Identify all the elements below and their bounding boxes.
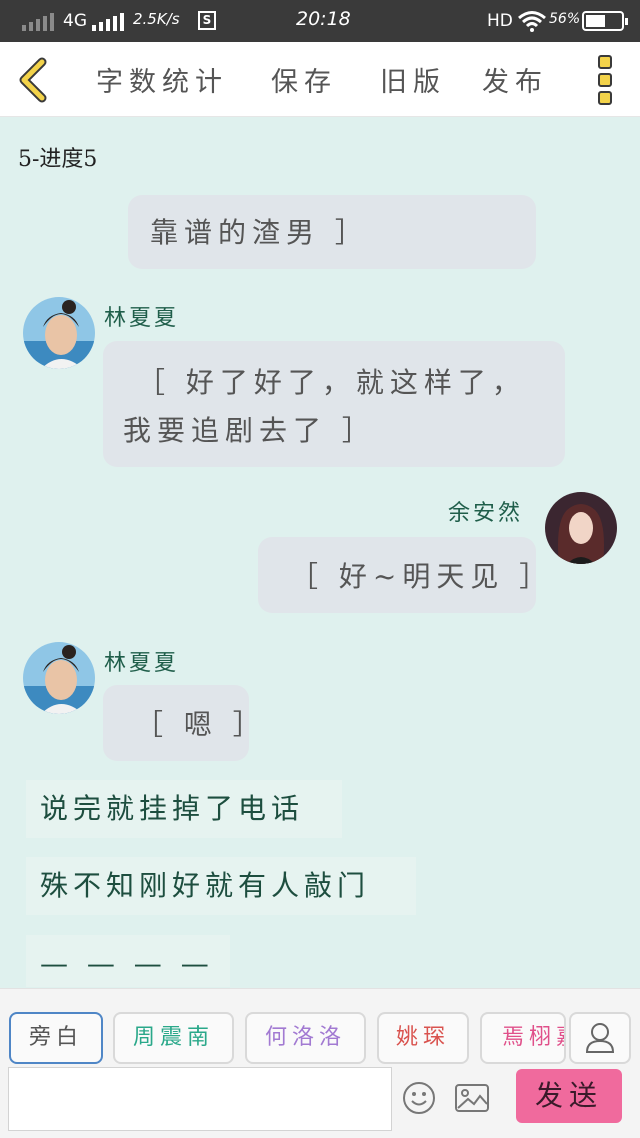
emoji-icon[interactable] xyxy=(402,1081,436,1115)
role-yao-button[interactable]: 姚琛 xyxy=(377,1012,469,1064)
avatar[interactable] xyxy=(23,297,95,369)
word-count-button[interactable]: 字数统计 xyxy=(96,60,228,99)
message-text: ［ 好~明天见 ］ xyxy=(290,560,554,593)
add-role-button[interactable] xyxy=(569,1012,631,1064)
role-selector-bar: 旁白 周震南 何洛洛 姚琛 焉栩嘉 xyxy=(0,988,640,1064)
message-text: ［ 嗯 ］ xyxy=(135,708,267,741)
wifi-icon xyxy=(518,11,546,32)
narration-text[interactable]: 殊不知刚好就有人敲门 xyxy=(26,857,416,915)
chat-area[interactable]: 5-进度5 靠谱的渣男 ］ 林夏夏 ［ 好了好了，就这样了， 我要追剧去了 ］ … xyxy=(0,117,640,987)
sender-name: 余安然 xyxy=(448,501,524,526)
message-bubble[interactable]: ［ 好了好了，就这样了， 我要追剧去了 ］ xyxy=(103,341,565,467)
chapter-title: 5-进度5 xyxy=(18,147,98,172)
role-zhou-button[interactable]: 周震南 xyxy=(113,1012,234,1064)
message-bubble[interactable]: 靠谱的渣男 ］ xyxy=(128,195,536,269)
s-badge-icon: S xyxy=(198,11,216,30)
top-toolbar: 字数统计 保存 旧版 发布 xyxy=(0,42,640,117)
role-yan-button[interactable]: 焉栩嘉 xyxy=(480,1012,566,1064)
image-icon[interactable] xyxy=(454,1082,490,1114)
network-type: 4G xyxy=(63,11,87,31)
role-he-button[interactable]: 何洛洛 xyxy=(245,1012,366,1064)
message-bubble[interactable]: ［ 好~明天见 ］ xyxy=(258,537,547,613)
user-icon xyxy=(585,1023,615,1053)
sender-name: 林夏夏 xyxy=(104,306,180,331)
input-bar: 发送 xyxy=(0,1064,640,1138)
hd-indicator: HD xyxy=(487,11,513,31)
battery-percent: 56% xyxy=(549,11,581,27)
signal-strong-icon xyxy=(92,11,124,31)
message-text: 靠谱的渣男 ］ xyxy=(150,216,369,249)
save-button[interactable]: 保存 xyxy=(271,60,337,99)
signal-weak-icon xyxy=(22,11,54,31)
narration-text[interactable]: — — — — — xyxy=(26,935,230,987)
old-version-button[interactable]: 旧版 xyxy=(380,60,446,99)
message-bubble[interactable]: ［ 嗯 ］ xyxy=(103,685,261,761)
avatar[interactable] xyxy=(545,492,617,564)
avatar[interactable] xyxy=(23,642,95,714)
clock: 20:18 xyxy=(296,8,351,30)
send-button[interactable]: 发送 xyxy=(516,1069,622,1123)
more-menu-icon[interactable] xyxy=(594,55,616,105)
publish-button[interactable]: 发布 xyxy=(482,60,548,99)
role-narrator-button[interactable]: 旁白 xyxy=(9,1012,103,1064)
message-input[interactable] xyxy=(8,1067,392,1131)
status-bar: 4G 2.5K/s S 20:18 HD 56% xyxy=(0,0,640,42)
battery-icon xyxy=(582,11,628,31)
message-text-line1: ［ 好了好了，就这样了， xyxy=(137,366,526,399)
back-chevron-icon[interactable] xyxy=(14,56,54,104)
narration-text[interactable]: 说完就挂掉了电话 xyxy=(26,780,342,838)
message-text-line2: 我要追剧去了 ］ xyxy=(123,414,376,447)
sender-name: 林夏夏 xyxy=(104,651,180,676)
net-speed: 2.5K/s xyxy=(133,10,180,28)
